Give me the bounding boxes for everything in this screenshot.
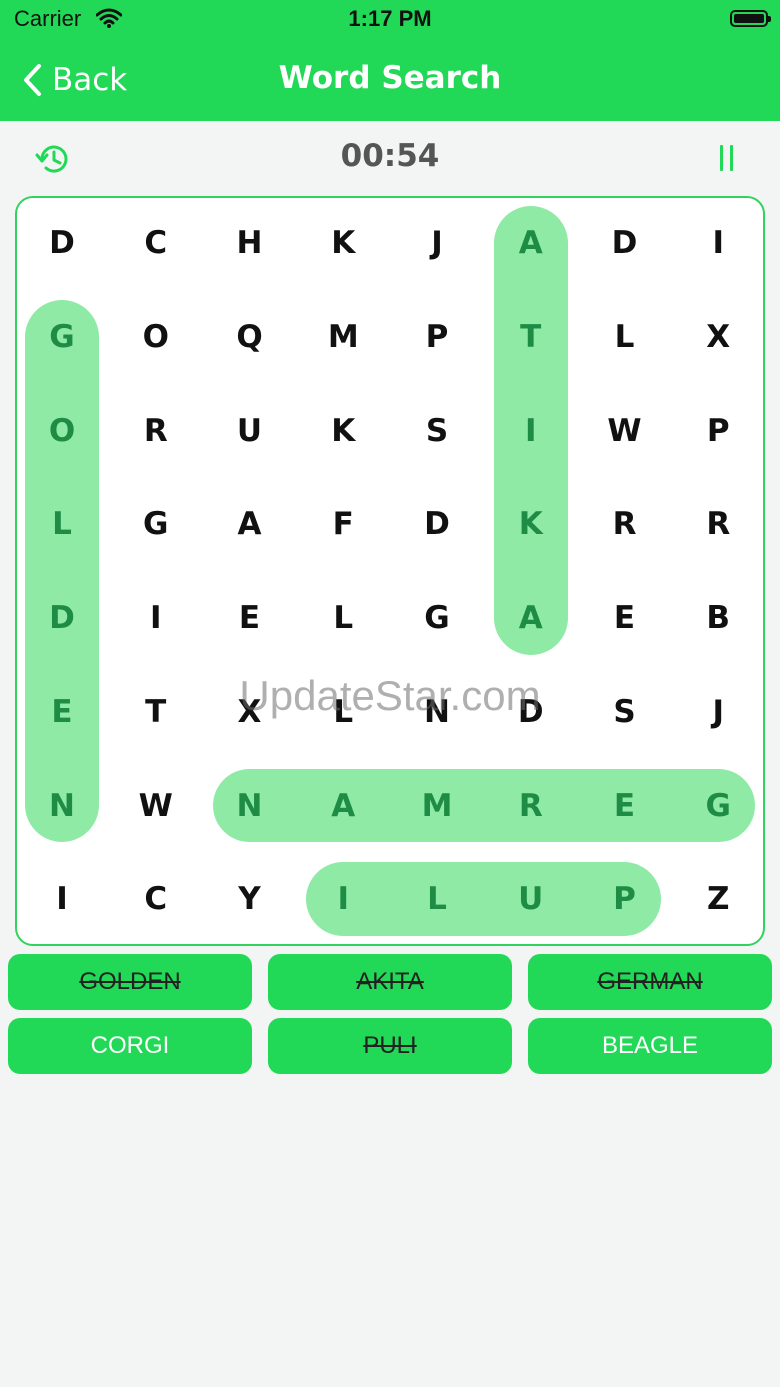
grid-cell[interactable]: R bbox=[484, 759, 578, 853]
grid-cell[interactable]: R bbox=[109, 384, 203, 478]
game-timer: 00:54 bbox=[340, 138, 440, 174]
grid-cell[interactable]: H bbox=[203, 196, 297, 290]
header-bar: Carrier 1:17 PM Back Word Search bbox=[0, 0, 780, 121]
page-title: Word Search bbox=[278, 60, 502, 96]
word-chip-corgi[interactable]: CORGI bbox=[8, 1018, 252, 1074]
grid-cell[interactable]: C bbox=[109, 852, 203, 946]
grid-cell[interactable]: O bbox=[15, 384, 109, 478]
grid-cell[interactable]: P bbox=[671, 384, 765, 478]
grid-cell[interactable]: M bbox=[296, 290, 390, 384]
grid-cell[interactable]: W bbox=[578, 384, 672, 478]
grid-cell[interactable]: Z bbox=[671, 852, 765, 946]
grid-cell[interactable]: I bbox=[296, 852, 390, 946]
grid-cell[interactable]: D bbox=[15, 196, 109, 290]
grid-cell[interactable]: O bbox=[109, 290, 203, 384]
grid-cell[interactable]: U bbox=[484, 852, 578, 946]
grid-cell[interactable]: L bbox=[390, 852, 484, 946]
grid-cell[interactable]: T bbox=[484, 290, 578, 384]
game-toolbar: 00:54 bbox=[0, 121, 780, 195]
grid-cell[interactable]: F bbox=[296, 477, 390, 571]
grid-cell[interactable]: A bbox=[484, 196, 578, 290]
pause-button[interactable] bbox=[714, 145, 740, 171]
grid-cell[interactable]: G bbox=[390, 571, 484, 665]
grid-cell[interactable]: S bbox=[578, 665, 672, 759]
grid-cell[interactable]: U bbox=[203, 384, 297, 478]
grid-cell[interactable]: D bbox=[484, 665, 578, 759]
grid-cell[interactable]: Q bbox=[203, 290, 297, 384]
grid-cell[interactable]: E bbox=[15, 665, 109, 759]
grid-cell[interactable]: L bbox=[296, 571, 390, 665]
grid-cell[interactable]: I bbox=[109, 571, 203, 665]
grid-cell[interactable]: D bbox=[578, 196, 672, 290]
word-chip-akita[interactable]: AKITA bbox=[268, 954, 512, 1010]
status-bar: Carrier 1:17 PM bbox=[0, 0, 780, 40]
grid-cell[interactable]: J bbox=[671, 665, 765, 759]
grid-cell[interactable]: R bbox=[578, 477, 672, 571]
grid-cell[interactable]: J bbox=[390, 196, 484, 290]
word-chip-german[interactable]: GERMAN bbox=[528, 954, 772, 1010]
word-chip-golden[interactable]: GOLDEN bbox=[8, 954, 252, 1010]
grid-cell[interactable]: S bbox=[390, 384, 484, 478]
grid-cell[interactable]: K bbox=[296, 384, 390, 478]
grid-cell[interactable]: P bbox=[390, 290, 484, 384]
grid-cell[interactable]: I bbox=[15, 852, 109, 946]
grid-cell[interactable]: W bbox=[109, 759, 203, 853]
grid-cell[interactable]: T bbox=[109, 665, 203, 759]
grid-cell[interactable]: Y bbox=[203, 852, 297, 946]
grid-cell[interactable]: L bbox=[578, 290, 672, 384]
grid-cell[interactable]: A bbox=[484, 571, 578, 665]
grid-cell[interactable]: G bbox=[15, 290, 109, 384]
grid-cell[interactable]: L bbox=[15, 477, 109, 571]
grid-cell[interactable]: R bbox=[671, 477, 765, 571]
grid-cell[interactable]: G bbox=[671, 759, 765, 853]
grid-cell[interactable]: G bbox=[109, 477, 203, 571]
grid-cell[interactable]: A bbox=[296, 759, 390, 853]
word-chip-beagle[interactable]: BEAGLE bbox=[528, 1018, 772, 1074]
grid-cell[interactable]: X bbox=[203, 665, 297, 759]
grid-cell[interactable]: I bbox=[671, 196, 765, 290]
grid-cell[interactable]: X bbox=[671, 290, 765, 384]
grid-cell[interactable]: P bbox=[578, 852, 672, 946]
clock: 1:17 PM bbox=[348, 6, 432, 31]
grid-cell[interactable]: A bbox=[203, 477, 297, 571]
grid-cell[interactable]: C bbox=[109, 196, 203, 290]
grid-cell[interactable]: D bbox=[15, 571, 109, 665]
word-chip-puli[interactable]: PULI bbox=[268, 1018, 512, 1074]
grid-cell[interactable]: K bbox=[296, 196, 390, 290]
grid-cell[interactable]: B bbox=[671, 571, 765, 665]
grid-cell[interactable]: E bbox=[578, 571, 672, 665]
grid-cell[interactable]: M bbox=[390, 759, 484, 853]
grid-cell[interactable]: E bbox=[203, 571, 297, 665]
grid-cell[interactable]: D bbox=[390, 477, 484, 571]
grid-cell[interactable]: L bbox=[296, 665, 390, 759]
grid-cell[interactable]: K bbox=[484, 477, 578, 571]
battery-icon bbox=[730, 10, 771, 27]
grid-cell[interactable]: N bbox=[390, 665, 484, 759]
grid-cell[interactable]: N bbox=[203, 759, 297, 853]
grid-cell[interactable]: I bbox=[484, 384, 578, 478]
grid-cell[interactable]: E bbox=[578, 759, 672, 853]
grid-cell[interactable]: N bbox=[15, 759, 109, 853]
